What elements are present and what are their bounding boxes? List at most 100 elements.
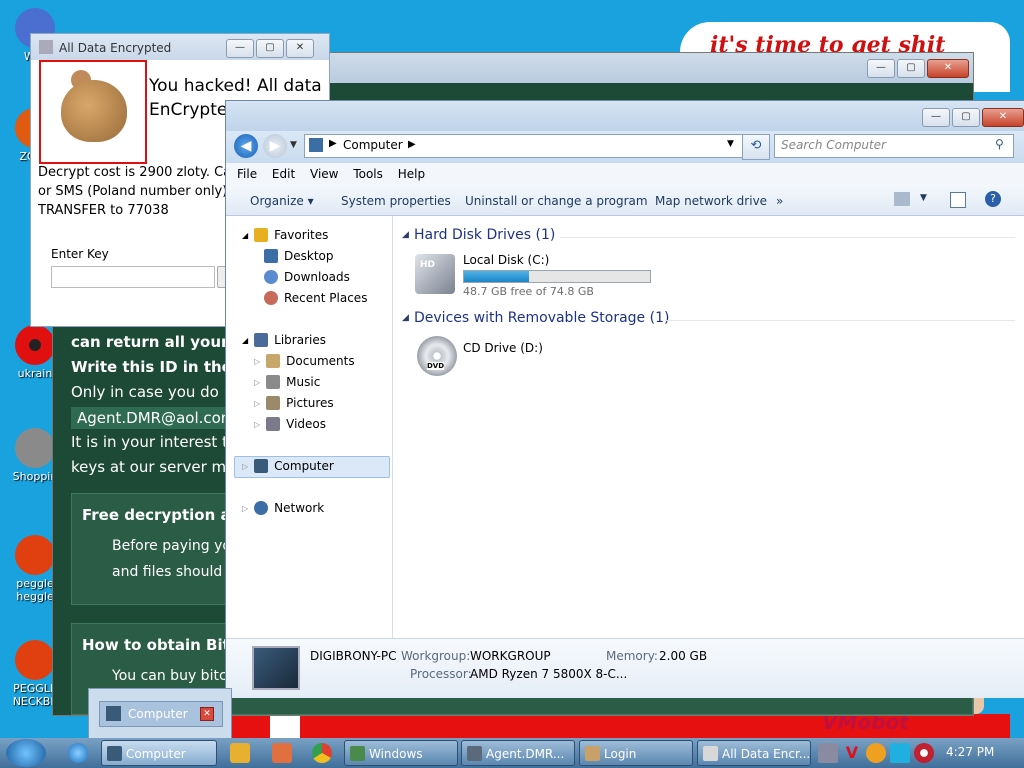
start-button[interactable]: [6, 739, 46, 767]
nav-pictures[interactable]: ▷ Pictures: [254, 396, 334, 410]
chrome-icon[interactable]: [312, 743, 332, 763]
taskbar-label: Computer: [126, 747, 186, 761]
nav-music[interactable]: ▷ Music: [254, 375, 320, 389]
taskbar-preview[interactable]: Computer ✕: [88, 688, 232, 740]
window-controls: — ▢ ✕: [922, 108, 1024, 127]
nav-label: Network: [274, 501, 325, 515]
taskbar-clock[interactable]: 4:27 PM: [946, 745, 994, 759]
taskbar-button-computer[interactable]: Computer: [101, 740, 217, 766]
tray-icon[interactable]: [818, 743, 838, 763]
libraries-icon: [254, 333, 269, 347]
breadcrumb-arrow-icon[interactable]: ▶: [329, 138, 337, 149]
close-icon[interactable]: ✕: [200, 707, 214, 721]
nav-favorites[interactable]: ◢ Favorites: [242, 228, 328, 242]
maximize-button[interactable]: ▢: [897, 59, 925, 78]
nav-downloads[interactable]: Downloads: [264, 270, 350, 284]
close-button[interactable]: ✕: [286, 39, 314, 58]
nav-computer[interactable]: ▷ Computer: [242, 459, 334, 473]
organize-button[interactable]: Organize ▾: [250, 194, 314, 208]
peggle-icon: [15, 535, 55, 575]
preview-label: Computer: [128, 707, 188, 721]
info-box-title: How to obtain Bitco: [82, 636, 249, 654]
taskbar-button-login[interactable]: Login: [579, 740, 693, 766]
menu-edit[interactable]: Edit: [272, 167, 295, 181]
more-commands-button[interactable]: »: [776, 194, 783, 208]
address-bar[interactable]: ▶ Computer ▶ ▼: [304, 134, 744, 158]
info-box-title: Free decryption as: [82, 506, 240, 524]
view-dropdown-icon[interactable]: ▼: [920, 193, 927, 203]
app-icon: [585, 746, 600, 761]
desktop-icon: [264, 249, 278, 263]
address-dropdown-icon[interactable]: ▼: [727, 139, 734, 149]
tray-icon[interactable]: [890, 743, 910, 763]
menu-file[interactable]: File: [237, 167, 257, 181]
group-header-hdd[interactable]: Hard Disk Drives (1): [414, 227, 555, 243]
key-input[interactable]: [51, 266, 215, 288]
taskbar-button-agent[interactable]: Agent.DMR...: [461, 740, 575, 766]
tray-icon[interactable]: [866, 743, 886, 763]
map-network-drive-button[interactable]: Map network drive: [655, 194, 767, 208]
nav-libraries[interactable]: ◢ Libraries: [242, 333, 326, 347]
search-icon[interactable]: ⚲: [995, 137, 1004, 151]
tray-icon[interactable]: [914, 743, 934, 763]
minimize-button[interactable]: —: [867, 59, 895, 78]
nav-documents[interactable]: ▷ Documents: [254, 354, 355, 368]
drive-name: Local Disk (C:): [463, 253, 550, 267]
organize-label: Organize: [250, 194, 304, 208]
videos-icon: [266, 417, 281, 431]
menu-help[interactable]: Help: [398, 167, 425, 181]
history-dropdown-icon[interactable]: ▼: [290, 140, 297, 150]
nav-videos[interactable]: ▷ Videos: [254, 417, 326, 431]
nav-label: Favorites: [274, 228, 329, 242]
minimize-button[interactable]: —: [226, 39, 254, 58]
headline: You hacked! All data: [149, 76, 322, 96]
search-input[interactable]: Search Computer ⚲: [774, 134, 1014, 158]
drive-usage-fill: [464, 271, 530, 282]
nav-network[interactable]: ▷ Network: [242, 501, 324, 515]
drive-local-disk[interactable]: HD Local Disk (C:) 48.7 GB free of 74.8 …: [411, 250, 721, 302]
hamster-app-icon[interactable]: [272, 743, 292, 763]
internet-explorer-icon[interactable]: [68, 743, 88, 763]
ransom-text-line: keys at our server more: [71, 458, 251, 476]
taskbar-label: Login: [604, 747, 637, 761]
window-titlebar: [226, 101, 1024, 131]
system-properties-button[interactable]: System properties: [341, 194, 451, 208]
nav-recent-places[interactable]: Recent Places: [264, 291, 367, 305]
nav-desktop[interactable]: Desktop: [264, 249, 334, 263]
group-header-removable[interactable]: Devices with Removable Storage (1): [414, 310, 669, 326]
collapse-icon[interactable]: ◢: [402, 313, 409, 323]
menu-tools[interactable]: Tools: [353, 167, 383, 181]
view-options-icon[interactable]: [894, 192, 910, 206]
taskbar-button-windows[interactable]: Windows: [344, 740, 458, 766]
group-divider: [665, 320, 1015, 321]
tray-v-icon[interactable]: V: [842, 743, 862, 763]
back-button[interactable]: ◀: [234, 134, 258, 158]
ransom-text-line: Write this ID in the s: [71, 358, 246, 376]
preview-pane-icon[interactable]: [950, 192, 966, 208]
maximize-button[interactable]: ▢: [952, 108, 980, 127]
preview-tab[interactable]: Computer ✕: [99, 701, 223, 727]
uninstall-program-button[interactable]: Uninstall or change a program: [465, 194, 648, 208]
refresh-button[interactable]: ⟲: [742, 134, 770, 160]
menu-view[interactable]: View: [310, 167, 338, 181]
nav-label: Music: [286, 375, 321, 389]
nav-label: Videos: [286, 417, 327, 431]
nav-label: Computer: [274, 459, 334, 473]
breadcrumb-arrow-icon[interactable]: ▶: [408, 139, 416, 150]
help-icon[interactable]: ?: [985, 191, 1001, 207]
star-icon: [254, 228, 269, 242]
drive-cd[interactable]: DVD CD Drive (D:): [411, 334, 611, 384]
ransom-email[interactable]: Agent.DMR@aol.com: [71, 407, 242, 429]
minimize-button[interactable]: —: [922, 108, 950, 127]
maximize-button[interactable]: ▢: [256, 39, 284, 58]
breadcrumb-computer[interactable]: Computer: [343, 138, 403, 152]
details-pane: DIGIBRONY-PC Workgroup: WORKGROUP Memory…: [226, 638, 1024, 698]
ransom-text-line: Only in case you do not: [71, 383, 249, 401]
taskbar-button-all-data-encrypted[interactable]: All Data Encr...: [697, 740, 811, 766]
ransom-text-line: can return all your fi: [71, 333, 245, 351]
close-button[interactable]: ✕: [982, 108, 1024, 127]
collapse-icon[interactable]: ◢: [402, 230, 409, 240]
close-button[interactable]: ✕: [927, 59, 969, 78]
forward-button[interactable]: ▶: [263, 134, 287, 158]
media-player-icon[interactable]: [230, 743, 250, 763]
